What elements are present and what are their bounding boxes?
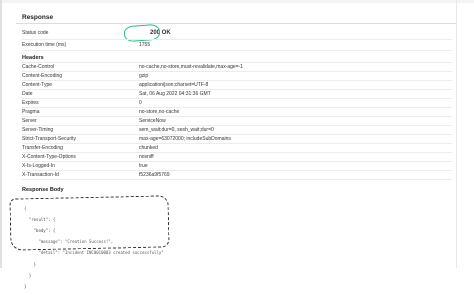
header-value: application/json;charset=UTF-8 bbox=[139, 82, 209, 88]
row-divider bbox=[22, 179, 452, 180]
header-value: true bbox=[139, 163, 148, 169]
header-key: Pragma bbox=[22, 109, 40, 115]
header-row: Server-Timing sem_wait;dur=0, sesh_wait;d… bbox=[22, 126, 452, 134]
response-body-title: Response Body bbox=[22, 187, 64, 193]
header-row: Expires 0 bbox=[22, 99, 452, 107]
header-key: Cache-Control bbox=[22, 64, 55, 70]
header-value: no-store,no-cache bbox=[139, 109, 180, 115]
header-key: Server bbox=[22, 118, 37, 124]
header-row: Server ServiceNow bbox=[22, 117, 452, 125]
row-divider bbox=[22, 39, 452, 40]
execution-time-value: 1755 bbox=[139, 42, 151, 48]
code-line: } bbox=[24, 272, 32, 278]
header-key: Strict-Transport-Security bbox=[22, 136, 76, 142]
header-value: 0 bbox=[139, 100, 142, 106]
header-value: chunked bbox=[139, 145, 158, 151]
code-line: } bbox=[24, 261, 37, 267]
header-key: Server-Timing bbox=[22, 127, 54, 133]
header-row: Date Sat, 06 Aug 2022 04:31:36 GMT bbox=[22, 90, 452, 98]
header-key: Date bbox=[22, 91, 33, 97]
response-section-title: Response bbox=[22, 14, 54, 21]
code-line: "message": "Creation Success!", bbox=[24, 239, 114, 245]
header-value: nosniff bbox=[139, 154, 154, 160]
header-row: Content-Encoding gzip bbox=[22, 72, 452, 80]
header-value: no-cache,no-store,must-revalidate,max-ag… bbox=[139, 64, 244, 70]
response-body-json[interactable]: { "result": { "body": { "message": "Crea… bbox=[24, 200, 164, 295]
header-value: sem_wait;dur=0, sesh_wait;dur=0 bbox=[139, 127, 214, 133]
header-key: X-Is-Logged-In bbox=[22, 163, 56, 169]
header-value: max-age=63072000; includeSubDomains bbox=[139, 136, 231, 142]
header-value: ServiceNow bbox=[139, 118, 166, 124]
header-value: f5236a9f5769 bbox=[139, 172, 170, 178]
left-border bbox=[0, 0, 2, 268]
header-row: Pragma no-store,no-cache bbox=[22, 108, 452, 116]
execution-time-row: Execution time (ms) 1755 bbox=[22, 41, 452, 49]
right-border bbox=[456, 0, 457, 268]
top-edge bbox=[0, 0, 474, 3]
response-title-divider bbox=[16, 23, 456, 24]
header-row: Content-Type application/json;charset=UTF… bbox=[22, 81, 452, 89]
code-line: "detail": "Incident INC0010003 created s… bbox=[24, 250, 164, 256]
header-row: Transfer-Encoding chunked bbox=[22, 144, 452, 152]
header-row: X-Content-Type-Options nosniff bbox=[22, 153, 452, 161]
header-value: Sat, 06 Aug 2022 04:31:36 GMT bbox=[139, 91, 211, 97]
status-code-row: Status code 200 OK bbox=[22, 29, 452, 37]
header-row: Cache-Control no-cache,no-store,must-reva… bbox=[22, 63, 452, 71]
header-key: Expires bbox=[22, 100, 39, 106]
code-line: } bbox=[24, 283, 27, 289]
header-row: X-Transaction-Id f5236a9f5769 bbox=[22, 171, 452, 179]
code-line: "body": { bbox=[24, 227, 56, 233]
execution-time-label: Execution time (ms) bbox=[22, 42, 67, 48]
header-key: Transfer-Encoding bbox=[22, 145, 63, 151]
row-divider bbox=[22, 50, 452, 51]
headers-title: Headers bbox=[22, 55, 44, 61]
header-key: X-Transaction-Id bbox=[22, 172, 59, 178]
code-line: { bbox=[24, 205, 27, 211]
header-key: Content-Encoding bbox=[22, 73, 63, 79]
header-row: Strict-Transport-Security max-age=6307200… bbox=[22, 135, 452, 143]
code-line: "result": { bbox=[24, 216, 56, 222]
header-key: Content-Type bbox=[22, 82, 53, 88]
header-value: gzip bbox=[139, 73, 149, 79]
status-code-label: Status code bbox=[22, 30, 49, 36]
header-row: X-Is-Logged-In true bbox=[22, 162, 452, 170]
header-key: X-Content-Type-Options bbox=[22, 154, 76, 160]
